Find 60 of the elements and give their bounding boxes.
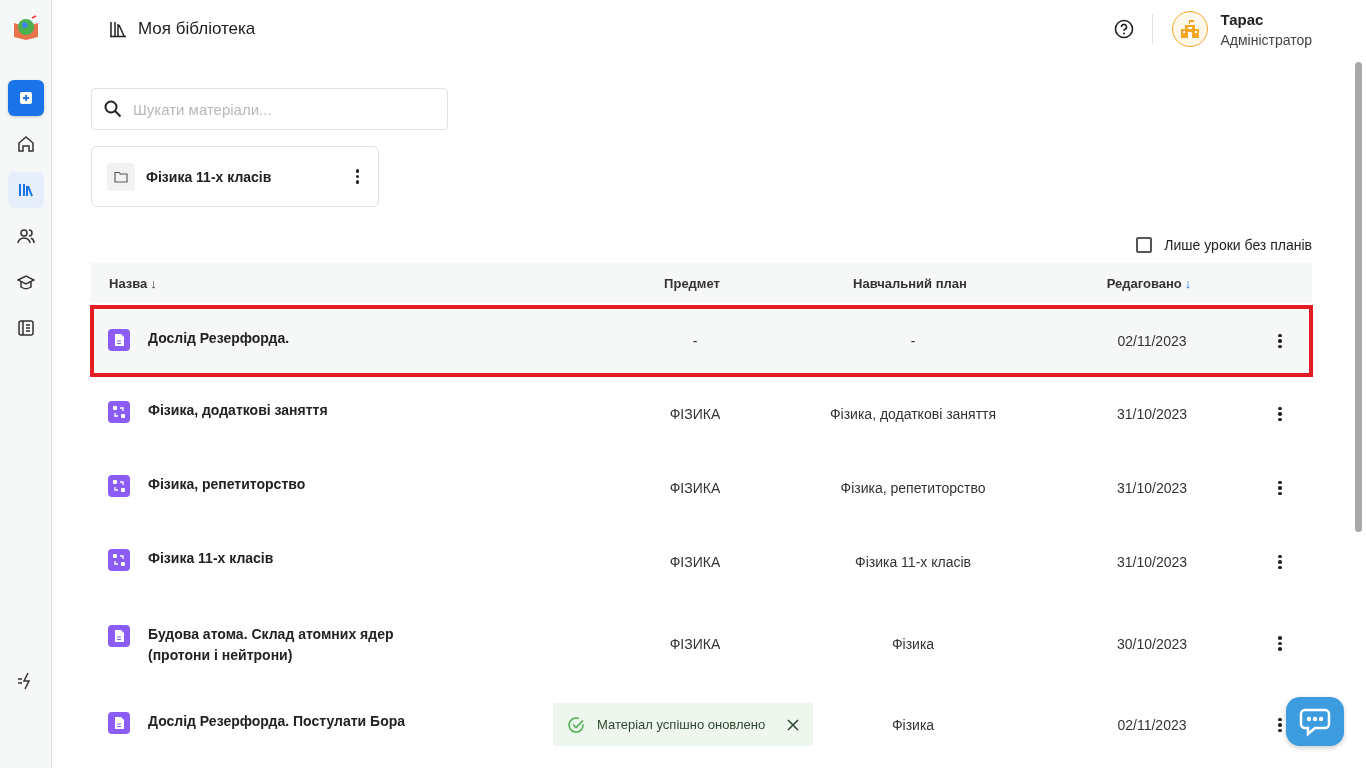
table-cell: 31/10/2023 — [1116, 406, 1188, 422]
material-name[interactable]: Дослід Резерфорда. Постулати Бора — [148, 711, 423, 732]
table-row[interactable]: Фізика 11-х класів ФІЗИКА Фізика 11-х класів 31/10/2023 — [90, 525, 1313, 599]
page-title: Моя бібліотека — [138, 19, 256, 39]
table-cell: 02/11/2023 — [1117, 717, 1187, 733]
column-header[interactable]: Предмет — [664, 275, 720, 291]
table-row[interactable]: Фізика, репетиторство ФІЗИКА Фізика, репетиторство 31/10/2023 — [90, 451, 1313, 525]
table-cell: Фізика — [891, 717, 935, 733]
document-icon — [108, 712, 130, 734]
table-cell: - — [910, 333, 916, 349]
column-header[interactable]: Назва — [109, 275, 148, 291]
table-cell: ФІЗИКА — [669, 480, 721, 496]
table-cell: ФІЗИКА — [669, 554, 721, 570]
check-circle-icon — [567, 715, 585, 734]
chat-bubble-icon — [1299, 706, 1331, 737]
material-name[interactable]: Фізика, репетиторство — [148, 474, 423, 495]
material-name[interactable]: Будова атома. Склад атомних ядер (протони і нейтрони) — [148, 624, 423, 666]
column-header[interactable]: Навчальний план — [853, 275, 967, 291]
table-cell: Фізика, додаткові заняття — [829, 406, 997, 422]
material-name[interactable]: Фізика 11-х класів — [148, 548, 423, 569]
logo-icon — [11, 15, 40, 41]
table-row[interactable]: Фізика, додаткові заняття ФІЗИКА Фізика, додаткові заняття 31/10/2023 — [90, 377, 1313, 451]
library-icon — [109, 20, 127, 38]
table-row[interactable]: Дослід Резерфорда. - - 02/11/2023 — [90, 305, 1313, 377]
column-header[interactable]: Редаговано — [1106, 275, 1182, 291]
plus-icon — [18, 91, 33, 105]
create-button[interactable] — [7, 80, 44, 116]
table-cell: 02/11/2023 — [1117, 333, 1187, 349]
table-cell: 30/10/2023 — [1116, 635, 1188, 652]
table-cell: 31/10/2023 — [1116, 554, 1188, 570]
folder-card[interactable]: Фізика 11-х класів — [91, 146, 379, 207]
filter-label[interactable]: Лише уроки без планів — [1164, 237, 1312, 253]
help-icon[interactable] — [1114, 19, 1135, 39]
material-name[interactable]: Дослід Резерфорда. — [148, 328, 423, 349]
plan-icon — [108, 549, 130, 571]
table-cell: Фізика, репетиторство — [840, 480, 986, 496]
table-row[interactable]: Будова атома. Склад атомних ядер (протони і нейтрони) ФІЗИКА Фізика 30/10/2023 — [90, 599, 1313, 688]
material-name[interactable]: Фізика, додаткові заняття — [148, 400, 423, 421]
table-cell: ФІЗИКА — [669, 635, 721, 652]
user-name: Тарас — [1220, 10, 1265, 28]
table-cell: - — [692, 333, 698, 349]
plan-icon — [108, 401, 130, 423]
library-icon[interactable] — [7, 172, 44, 208]
user-role: Адміністратор — [1220, 31, 1312, 48]
sort-arrow[interactable]: ↓ — [1184, 275, 1192, 291]
toast-message: Матеріал успішно оновлено — [597, 717, 767, 732]
sort-arrow[interactable]: ↓ — [150, 275, 157, 291]
plan-icon — [108, 475, 130, 497]
document-icon — [108, 329, 130, 351]
checkbox[interactable] — [1136, 237, 1153, 253]
table-cell: Фізика — [891, 635, 935, 652]
scrollbar[interactable] — [1355, 62, 1362, 532]
table-cell: ФІЗИКА — [669, 406, 721, 422]
table-cell: Фізика 11-х класів — [855, 554, 971, 570]
folder-name: Фізика 11-х класів — [146, 168, 273, 185]
document-icon — [108, 625, 130, 647]
table-cell: 31/10/2023 — [1116, 480, 1188, 496]
search-field[interactable]: Шукати матеріали... — [91, 88, 448, 130]
close-icon[interactable] — [787, 718, 799, 731]
folder-icon — [107, 162, 135, 191]
